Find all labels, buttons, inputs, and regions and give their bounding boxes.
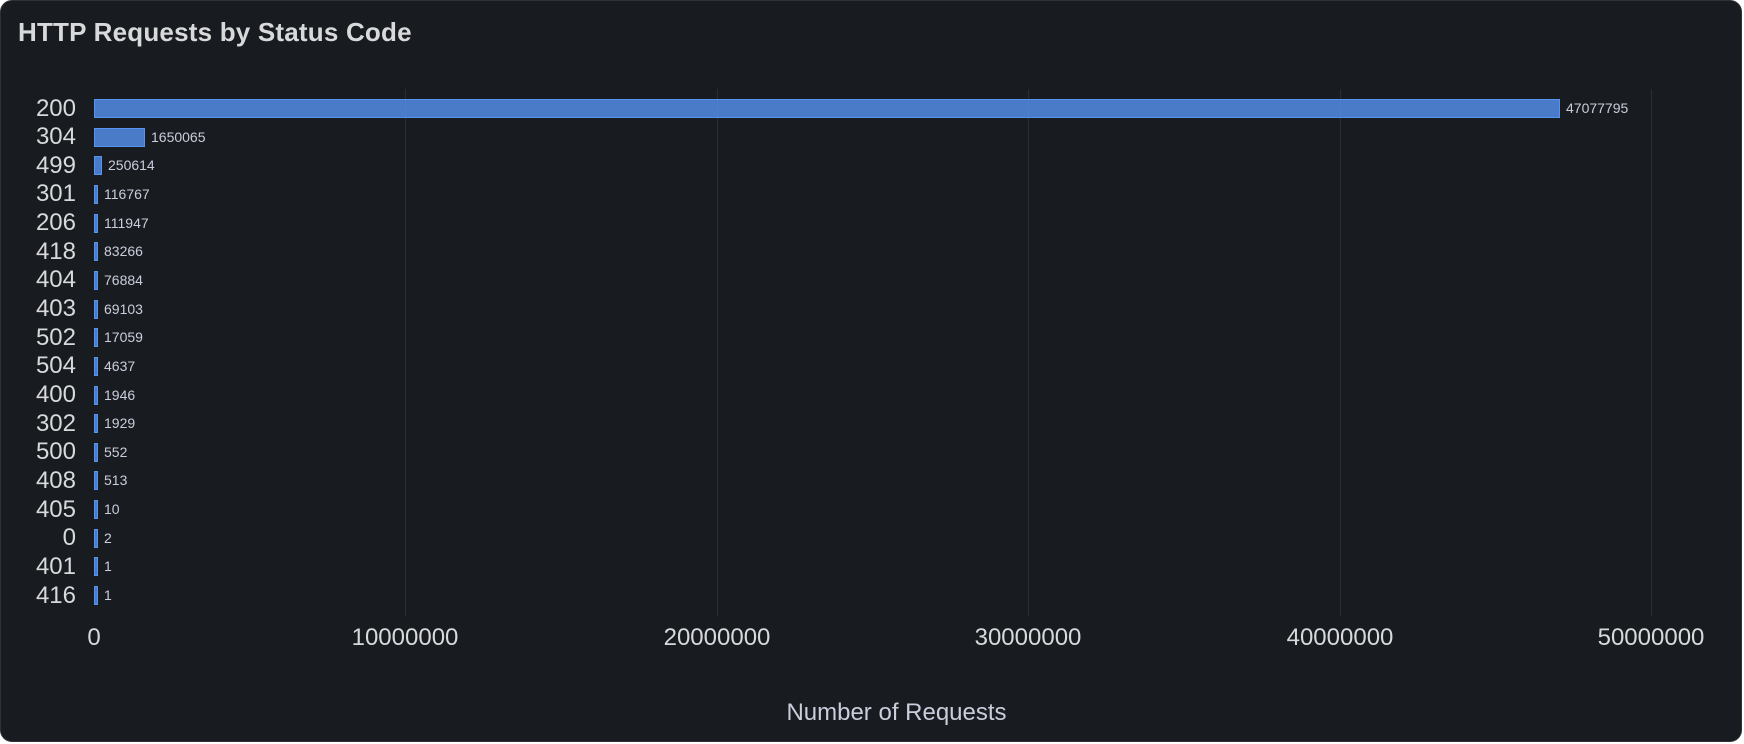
value-label: 1 (104, 558, 112, 574)
value-label: 1650065 (151, 129, 206, 145)
gridline (1651, 89, 1652, 616)
category-label: 502 (35, 324, 76, 351)
bar[interactable] (94, 156, 102, 175)
x-tick-label: 10000000 (351, 624, 459, 651)
plot-area: 200 47077795 304 1650065 499 250614 301 116767 2… (1, 1, 1741, 741)
value-label: 1 (104, 587, 112, 603)
category-label: 418 (35, 238, 76, 265)
chart-panel: HTTP Requests by Status Code 200 47077795… (0, 0, 1742, 742)
x-tick-label: 30000000 (974, 624, 1082, 651)
bar[interactable] (94, 443, 98, 462)
value-label: 10 (104, 501, 120, 517)
category-label: 302 (35, 410, 76, 437)
x-tick-label: 50000000 (1597, 624, 1705, 651)
bar[interactable] (94, 386, 98, 405)
value-label: 111947 (104, 215, 149, 231)
bar[interactable] (94, 271, 98, 290)
x-tick-label: 40000000 (1286, 624, 1394, 651)
value-label: 1946 (104, 387, 136, 403)
category-label: 416 (35, 582, 76, 609)
bar[interactable] (94, 99, 1560, 118)
value-label: 83266 (104, 243, 143, 259)
category-label: 404 (35, 266, 76, 293)
bar[interactable] (94, 185, 98, 204)
bar[interactable] (94, 357, 98, 376)
category-label: 500 (35, 438, 76, 465)
gridline (1028, 89, 1029, 616)
value-label: 552 (104, 444, 128, 460)
category-label: 400 (35, 381, 76, 408)
bar[interactable] (94, 414, 98, 433)
value-label: 1929 (104, 415, 136, 431)
bar[interactable] (94, 242, 98, 261)
value-label: 4637 (104, 358, 136, 374)
value-label: 69103 (104, 301, 143, 317)
value-label: 250614 (108, 157, 155, 173)
bar[interactable] (94, 328, 98, 347)
x-tick-label: 20000000 (663, 624, 771, 651)
value-label: 2 (104, 530, 112, 546)
category-label: 401 (35, 553, 76, 580)
gridline (1340, 89, 1341, 616)
bar[interactable] (94, 586, 98, 605)
value-label: 513 (104, 472, 128, 488)
bar[interactable] (94, 214, 98, 233)
category-label: 301 (35, 180, 76, 207)
category-label: 200 (35, 95, 76, 122)
x-axis-label: Number of Requests (786, 699, 1007, 726)
gridline (717, 89, 718, 616)
bar[interactable] (94, 557, 98, 576)
category-label: 304 (35, 123, 76, 150)
category-label: 0 (62, 524, 76, 551)
value-label: 47077795 (1566, 100, 1629, 116)
bar[interactable] (94, 300, 98, 319)
bar[interactable] (94, 128, 145, 147)
value-label: 17059 (104, 329, 143, 345)
x-tick-label: 0 (87, 624, 101, 651)
category-label: 403 (35, 295, 76, 322)
bar[interactable] (94, 471, 98, 490)
category-label: 206 (35, 209, 76, 236)
category-label: 504 (35, 352, 76, 379)
category-label: 408 (35, 467, 76, 494)
category-label: 499 (35, 152, 76, 179)
bar[interactable] (94, 529, 98, 548)
bar[interactable] (94, 500, 98, 519)
value-label: 76884 (104, 272, 143, 288)
gridline (405, 89, 406, 616)
category-label: 405 (35, 496, 76, 523)
value-label: 116767 (104, 186, 150, 202)
